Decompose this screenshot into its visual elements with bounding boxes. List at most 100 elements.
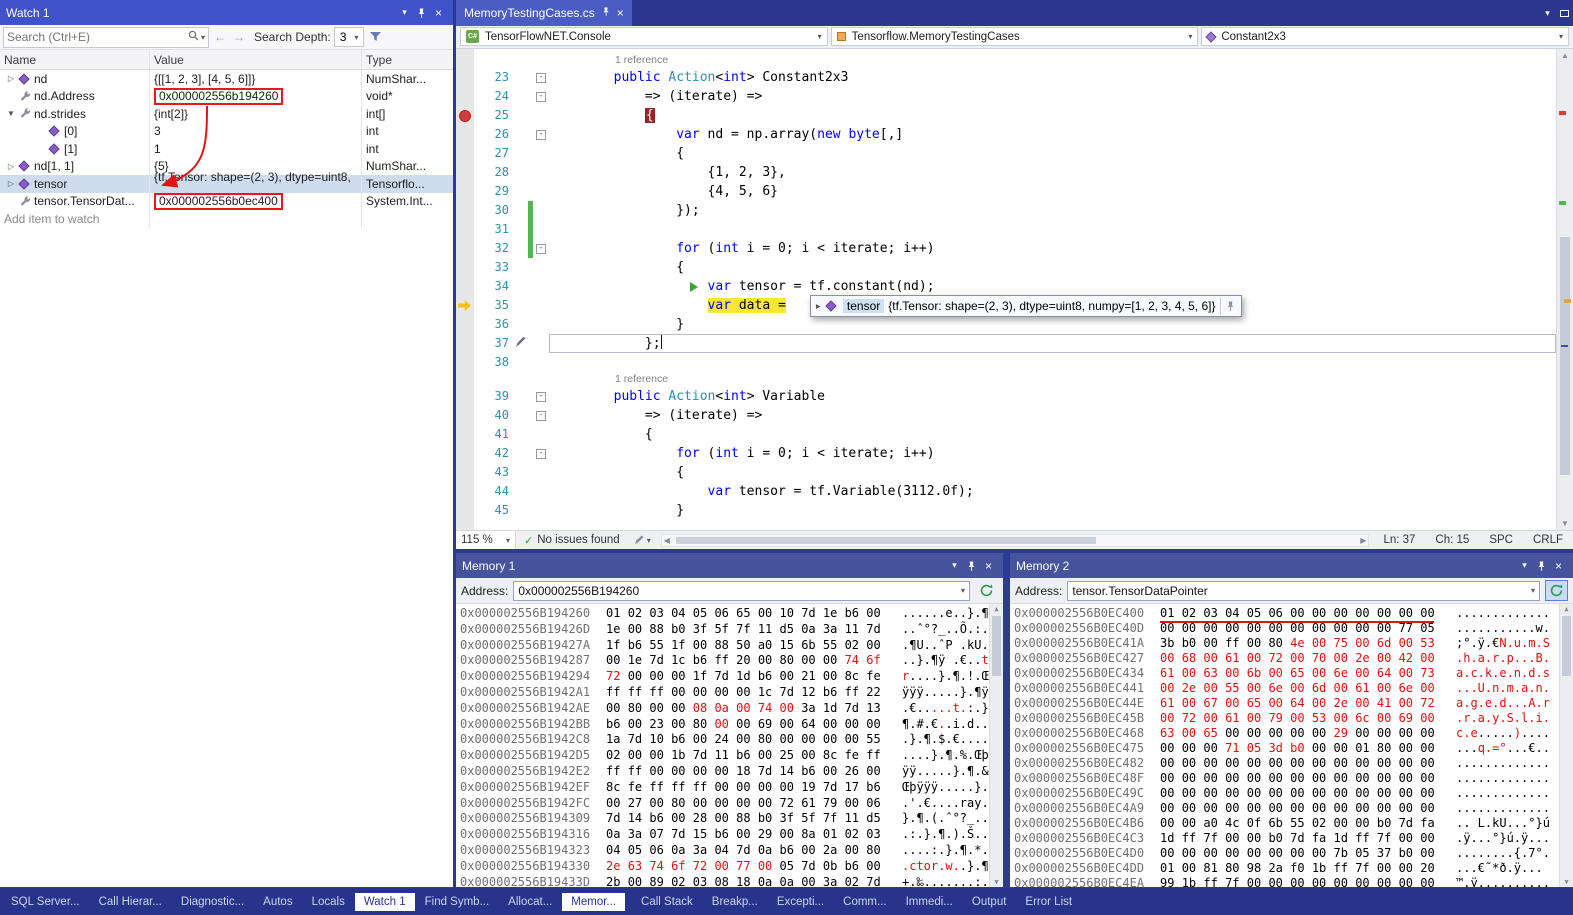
type-dropdown[interactable]: Tensorflow.MemoryTestingCases ▾ (831, 27, 1199, 46)
pin-icon[interactable] (963, 558, 980, 574)
horizontal-scrollbar[interactable]: ◀ ▶ (661, 534, 1370, 547)
tool-window-tab[interactable]: Watch 1 (355, 893, 415, 911)
window-position-icon[interactable]: ▾ (1516, 558, 1533, 574)
float-window-icon[interactable] (1556, 5, 1573, 21)
memory-row[interactable]: 0x000002556B0EC4C3 1d ff 7f 00 00 b0 7d … (1014, 831, 1573, 846)
breakpoint-margin[interactable] (456, 220, 474, 239)
column-header-value[interactable]: Value (150, 50, 362, 69)
scroll-up-icon[interactable]: ▲ (1560, 605, 1573, 613)
tool-window-tab[interactable]: Error List (1016, 893, 1081, 911)
expander-icon[interactable]: ▷ (4, 74, 18, 83)
memory2-titlebar[interactable]: Memory 2 ▾ × (1010, 553, 1573, 578)
watch-row[interactable]: [0] 3 int (0, 123, 453, 141)
memory-row[interactable]: 0x000002556B0EC468 63 00 65 00 00 00 00 … (1014, 726, 1573, 741)
address-input[interactable] (518, 584, 957, 598)
scrollbar-thumb[interactable] (992, 616, 1001, 676)
address-input-box[interactable]: ▾ (1067, 581, 1540, 601)
memory-row[interactable]: 0x000002556B0EC400 01 02 03 04 05 06 00 … (1014, 606, 1573, 621)
code-text[interactable]: => (iterate) => (549, 406, 1556, 425)
memory-row[interactable]: 0x000002556B0EC482 00 00 00 00 00 00 00 … (1014, 756, 1573, 771)
breakpoint-margin[interactable] (456, 425, 474, 444)
code-line[interactable]: 38 (456, 353, 1556, 372)
breakpoint-margin[interactable] (456, 68, 474, 87)
vertical-scrollbar[interactable]: ▲ ▼ (1556, 49, 1573, 530)
watch-value[interactable]: 0x000002556b0ec400 (150, 193, 362, 211)
search-next-icon[interactable]: → (231, 30, 247, 44)
window-position-icon[interactable]: ▾ (946, 558, 963, 574)
collapse-region-icon[interactable]: - (536, 449, 546, 459)
breakpoint-margin[interactable] (456, 106, 474, 125)
tool-window-tab[interactable]: Find Symb... (416, 893, 499, 911)
code-text[interactable]: var tensor = tf.constant(nd); (549, 277, 1556, 296)
code-line[interactable]: 39 - public Action<int> Variable (456, 387, 1556, 406)
code-line[interactable]: 33 { (456, 258, 1556, 277)
search-input[interactable] (7, 30, 186, 44)
run-marker-icon[interactable] (690, 282, 698, 292)
zoom-control[interactable]: 115 % ▾ (456, 531, 516, 549)
watch-value[interactable]: {int[2]} (150, 105, 362, 123)
pin-icon[interactable] (602, 6, 610, 20)
code-line[interactable]: 27 { (456, 144, 1556, 163)
breakpoint-margin[interactable] (456, 296, 474, 315)
watch-value[interactable]: {[[1, 2, 3], [4, 5, 6]]} (150, 70, 362, 88)
breakpoint-margin[interactable] (456, 87, 474, 106)
memory-row[interactable]: 0x000002556B0EC4D0 00 00 00 00 00 00 00 … (1014, 846, 1573, 861)
breakpoint-margin[interactable] (456, 353, 474, 372)
memory-row[interactable]: 0x000002556B0EC48F 00 00 00 00 00 00 00 … (1014, 771, 1573, 786)
memory-row[interactable]: 0x000002556B19427A 1f b6 55 1f 00 88 50 … (460, 638, 1003, 654)
expander-icon[interactable]: ▼ (4, 109, 18, 118)
memory-row[interactable]: 0x000002556B194316 0a 3a 07 7d 15 b6 00 … (460, 827, 1003, 843)
pin-icon[interactable] (1533, 558, 1550, 574)
status-spaces[interactable]: SPC (1479, 534, 1523, 546)
memory-row[interactable]: 0x000002556B194287 00 1e 7d 1c b6 ff 20 … (460, 653, 1003, 669)
breakpoint-margin[interactable] (456, 201, 474, 220)
code-text[interactable]: var nd = np.array(new byte[,] (549, 125, 1556, 144)
code-text[interactable]: public Action<int> Constant2x3 (549, 68, 1556, 87)
scrollbar-thumb[interactable] (1560, 237, 1570, 475)
watch-search-box[interactable]: ▾ (3, 27, 209, 48)
pin-icon[interactable] (413, 5, 430, 21)
scrollbar-thumb[interactable] (676, 537, 1096, 544)
collapse-region-icon[interactable]: - (536, 73, 546, 83)
breakpoint-margin[interactable] (456, 258, 474, 277)
memory-row[interactable]: 0x000002556B1942E2 ff ff 00 00 00 00 18 … (460, 764, 1003, 780)
watch-row[interactable]: [1] 1 int (0, 140, 453, 158)
breakpoint-margin[interactable] (456, 315, 474, 334)
tool-window-tab[interactable]: Memor... (562, 893, 625, 911)
code-line[interactable]: 23 - public Action<int> Constant2x3 (456, 68, 1556, 87)
memory-row[interactable]: 0x000002556B194330 2e 63 74 6f 72 00 77 … (460, 859, 1003, 875)
watch-row[interactable]: tensor.TensorDat... 0x000002556b0ec400 S… (0, 193, 453, 211)
code-text[interactable]: {4, 5, 6} (549, 182, 1556, 201)
code-text[interactable]: { (549, 425, 1556, 444)
memory-row[interactable]: 0x000002556B0EC475 00 00 00 71 05 3d b0 … (1014, 741, 1573, 756)
codelens-references[interactable]: 1 reference (549, 53, 1556, 68)
memory-row[interactable]: 0x000002556B1942EF 8c fe ff ff ff 00 00 … (460, 780, 1003, 796)
memory-row[interactable]: 0x000002556B1942C8 1a 7d 10 b6 00 24 00 … (460, 732, 1003, 748)
code-text[interactable]: { (549, 144, 1556, 163)
code-text[interactable]: var tensor = tf.Variable(3112.0f); (549, 482, 1556, 501)
code-text[interactable] (549, 353, 1556, 372)
breakpoint-margin[interactable] (456, 387, 474, 406)
memory-row[interactable]: 0x000002556B0EC434 61 00 63 00 6b 00 65 … (1014, 666, 1573, 681)
memory-row[interactable]: 0x000002556B0EC4A9 00 00 00 00 00 00 00 … (1014, 801, 1573, 816)
tab-list-chevron-icon[interactable]: ▾ (1539, 5, 1556, 21)
breakpoint-margin[interactable] (456, 239, 474, 258)
tool-window-tab[interactable]: Excepti... (768, 893, 833, 911)
memory-row[interactable]: 0x000002556B0EC44E 61 00 67 00 65 00 64 … (1014, 696, 1573, 711)
window-position-icon[interactable]: ▾ (396, 5, 413, 21)
memory1-titlebar[interactable]: Memory 1 ▾ × (456, 553, 1003, 578)
watch-value[interactable]: 3 (150, 123, 362, 141)
memory-row[interactable]: 0x000002556B0EC40D 00 00 00 00 00 00 00 … (1014, 621, 1573, 636)
search-icon[interactable] (188, 30, 199, 44)
project-dropdown[interactable]: C# TensorFlowNET.Console ▾ (460, 27, 828, 46)
breakpoint-margin[interactable] (456, 277, 474, 296)
refresh-icon[interactable] (1545, 580, 1568, 601)
memory-row[interactable]: 0x000002556B1942A1 ff ff ff 00 00 00 00 … (460, 685, 1003, 701)
memory-row[interactable]: 0x000002556B0EC441 00 2e 00 55 00 6e 00 … (1014, 681, 1573, 696)
code-line[interactable]: 26 - var nd = np.array(new byte[,] (456, 125, 1556, 144)
scroll-down-icon[interactable]: ▼ (1557, 519, 1573, 528)
code-line[interactable]: 45 } (456, 501, 1556, 520)
column-header-type[interactable]: Type (362, 50, 453, 69)
refresh-icon[interactable] (975, 580, 998, 601)
code-line[interactable]: 41 { (456, 425, 1556, 444)
